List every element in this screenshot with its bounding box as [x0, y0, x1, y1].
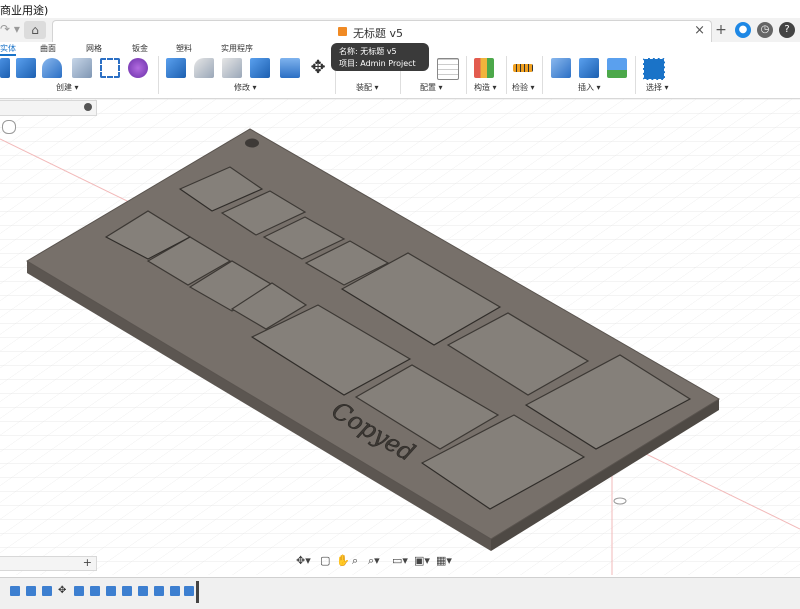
window-title: 商业用途) — [0, 4, 49, 17]
document-icon — [338, 27, 347, 36]
select-icon[interactable] — [643, 58, 665, 80]
extrude-icon[interactable] — [16, 58, 36, 78]
configure-group-label[interactable]: 配置 ▾ — [420, 82, 443, 93]
display-icon[interactable]: ▭▾ — [392, 554, 408, 567]
timeline-item[interactable] — [138, 586, 148, 596]
pattern-icon[interactable] — [100, 58, 120, 78]
radio-toggle-icon[interactable] — [2, 120, 16, 134]
document-tab[interactable]: 无标题 v5 × — [52, 20, 712, 43]
separator — [635, 56, 636, 94]
visual-style-icon[interactable]: ▣▾ — [414, 554, 430, 567]
tab-strip: ↷ ▾ ⌂ 无标题 v5 × + ● ◷ ? — [0, 18, 800, 43]
home-tab[interactable]: ⌂ — [24, 21, 46, 39]
modify-group-label[interactable]: 修改 ▾ — [234, 82, 257, 93]
timeline-item[interactable] — [184, 586, 194, 596]
create-sketch-icon[interactable] — [0, 58, 10, 78]
combine-icon[interactable] — [280, 58, 300, 78]
tab-solid[interactable]: 实体 — [0, 43, 16, 54]
timeline-item[interactable] — [106, 586, 116, 596]
add-comment-icon[interactable]: + — [83, 556, 92, 569]
timeline-item[interactable] — [170, 586, 180, 596]
hang-hole — [245, 138, 259, 148]
fillet-icon[interactable] — [194, 58, 214, 78]
new-tab-button[interactable]: + — [713, 22, 729, 38]
redo-icon[interactable]: ↷ ▾ — [0, 22, 20, 36]
navigation-bar: ✥▾ ▢ ✋ ⌕ ⌕▾ ▭▾ ▣▾ ▦▾ — [296, 554, 456, 570]
timeline-marker[interactable] — [196, 581, 199, 603]
construct-group-label[interactable]: 构造 ▾ — [474, 82, 497, 93]
press-pull-icon[interactable] — [166, 58, 186, 78]
zoom-icon[interactable]: ⌕ — [352, 554, 358, 568]
tooltip-project: 项目: Admin Project — [339, 59, 416, 68]
select-group-label[interactable]: 选择 ▾ — [646, 82, 669, 93]
canvas-viewport[interactable]: Copyed — [0, 99, 800, 575]
title-bar: 商业用途) — [0, 0, 800, 19]
help-icon[interactable]: ? — [779, 22, 795, 38]
document-tab-label: 无标题 v5 — [353, 27, 404, 40]
timeline-item[interactable] — [42, 586, 52, 596]
construct-plane-icon[interactable] — [474, 58, 494, 78]
timeline-item[interactable] — [122, 586, 132, 596]
hole-icon[interactable] — [72, 58, 92, 78]
close-tab-icon[interactable]: × — [694, 23, 705, 38]
configure-table-icon[interactable] — [437, 58, 459, 80]
timeline-item[interactable] — [10, 586, 20, 596]
timeline: ✥ — [0, 577, 800, 609]
document-tooltip: 名称: 无标题 v5 项目: Admin Project — [331, 43, 429, 71]
hand-icon[interactable]: ✋ — [336, 554, 350, 567]
home-icon: ⌂ — [31, 23, 39, 37]
tab-sheet-metal[interactable]: 钣金 — [132, 43, 148, 54]
comments-panel[interactable]: + — [0, 556, 97, 571]
shell-icon[interactable] — [250, 58, 270, 78]
timeline-move-icon[interactable]: ✥ — [58, 586, 68, 596]
tooltip-name: 名称: 无标题 v5 — [339, 47, 397, 56]
clock-icon[interactable]: ◷ — [757, 22, 773, 38]
timeline-item[interactable] — [154, 586, 164, 596]
separator — [466, 56, 467, 94]
insert-derive-icon[interactable] — [551, 58, 571, 78]
panel-toggle-icon[interactable] — [84, 103, 92, 111]
zoom-window-icon[interactable]: ⌕▾ — [368, 554, 380, 568]
tab-utilities[interactable]: 实用程序 — [221, 43, 253, 54]
assemble-group-label[interactable]: 装配 ▾ — [356, 82, 379, 93]
tab-mesh[interactable]: 网格 — [86, 43, 102, 54]
revolve-icon[interactable] — [42, 58, 62, 78]
insert-mesh-icon[interactable] — [579, 58, 599, 78]
browser-panel[interactable] — [0, 100, 97, 116]
insert-image-icon[interactable] — [607, 58, 627, 78]
timeline-item[interactable] — [90, 586, 100, 596]
active-tab-indicator — [0, 54, 16, 56]
timeline-item[interactable] — [26, 586, 36, 596]
timeline-item[interactable] — [74, 586, 84, 596]
online-status-icon[interactable]: ● — [735, 22, 751, 38]
move-icon[interactable]: ✥ — [308, 58, 328, 78]
separator — [158, 56, 159, 94]
measure-icon[interactable] — [513, 64, 533, 72]
separator — [542, 56, 543, 94]
look-icon[interactable]: ▢ — [320, 554, 330, 567]
separator — [506, 56, 507, 94]
create-group-label[interactable]: 创建 ▾ — [56, 82, 79, 93]
tab-plastic[interactable]: 塑料 — [176, 43, 192, 54]
insert-group-label[interactable]: 插入 ▾ — [578, 82, 601, 93]
tab-surface[interactable]: 曲面 — [40, 43, 56, 54]
grid-icon[interactable]: ▦▾ — [436, 554, 452, 567]
form-icon[interactable] — [128, 58, 148, 78]
inspect-group-label[interactable]: 检验 ▾ — [512, 82, 535, 93]
chamfer-icon[interactable] — [222, 58, 242, 78]
orbit-icon[interactable]: ✥▾ — [296, 554, 311, 567]
